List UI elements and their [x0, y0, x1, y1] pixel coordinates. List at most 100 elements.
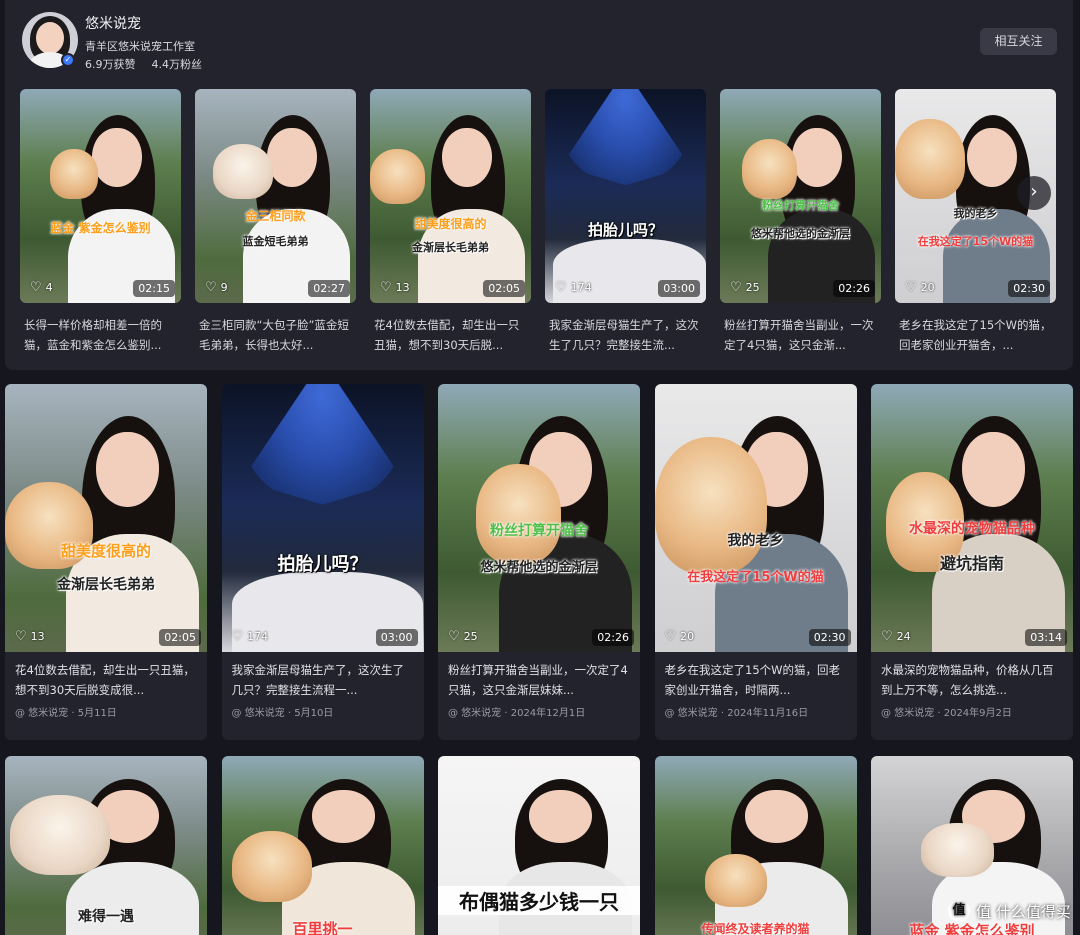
video-card[interactable]: 甜美度很高的 金渐层长毛弟弟 ♡ 13 02:05 花4位数去借配，却生出一只丑猫，想不到…	[5, 384, 207, 740]
video-duration: 03:14	[1025, 629, 1067, 646]
video-card[interactable]: 布偶猫多少钱一只	[438, 756, 640, 935]
woman-face	[312, 790, 375, 844]
video-duration: 02:26	[592, 629, 634, 646]
video-caption: 甜美度很高的	[60, 542, 151, 560]
author-video-card[interactable]: 蓝金 紫金怎么鉴别 ♡ 4 02:15 长得一样价格却相差一倍的猫，蓝金和紫金怎么鉴别.…	[20, 89, 181, 355]
video-meta: @ 悠米说宠 · 5月10日	[231, 708, 334, 719]
video-caption: 蓝金 紫金怎么鉴别	[50, 221, 151, 235]
video-card[interactable]: 难得一遇	[5, 756, 207, 935]
video-title[interactable]: 花4位数去借配，却生出一只丑猫，想不到30天后脱...	[370, 315, 531, 355]
video-title[interactable]: 粉丝打算开猫舍当副业，一次定了4只猫，这只金渐...	[720, 315, 881, 355]
heart-icon: ♡	[555, 280, 567, 295]
watermark-logo-icon: 值	[948, 900, 970, 922]
video-card[interactable]: 拍胎儿吗？ ♡ 174 03:00 我家金渐层母猫生产了，这次生了几只？完整接生流程一.…	[221, 384, 424, 740]
video-thumbnail[interactable]: 拍胎儿吗？ ♡ 174 03:00	[545, 89, 706, 303]
video-thumbnail[interactable]: 粉丝打算开猫舍 悠米帮他选的金渐层 ♡ 25 02:26	[720, 89, 881, 303]
video-duration: 02:30	[808, 629, 851, 646]
video-thumbnail[interactable]: 难得一遇	[5, 756, 207, 935]
like-number: 4	[45, 281, 53, 294]
video-title[interactable]: 长得一样价格却相差一倍的猫，蓝金和紫金怎么鉴别...	[20, 315, 181, 355]
cat-image	[213, 144, 273, 199]
video-thumbnail[interactable]: 粉丝打算开猫舍 悠米帮他选的金渐层 ♡ 25 02:26	[438, 384, 640, 652]
video-caption: 水最深的宠物猫品种	[909, 521, 1035, 537]
video-subcaption: 金渐层长毛弟弟	[412, 241, 489, 254]
video-card[interactable]: 粉丝打算开猫舍 悠米帮他选的金渐层 ♡ 25 02:26 粉丝打算开猫舍当副业，一次定了4…	[438, 384, 640, 740]
cat-image	[231, 830, 312, 902]
heart-icon: ♡	[664, 629, 677, 644]
mutual-follow-button[interactable]: 相互关注	[980, 28, 1057, 55]
heart-icon: ♡	[380, 280, 392, 295]
like-number: 174	[570, 281, 592, 294]
like-number: 174	[247, 630, 269, 643]
like-number: 13	[395, 281, 410, 294]
woman-face	[528, 790, 592, 844]
video-thumbnail[interactable]: 布偶猫多少钱一只	[438, 756, 640, 935]
video-meta: @ 悠米说宠 · 5月11日	[15, 708, 117, 719]
video-title[interactable]: 我家金渐层母猫生产了，这次生了几只？完整接生流程一...	[222, 652, 424, 700]
like-count: ♡ 13	[380, 280, 410, 295]
author-video-card[interactable]: 拍胎儿吗？ ♡ 174 03:00 我家金渐层母猫生产了，这次生了几只？完整接生流...	[545, 89, 706, 355]
video-card[interactable]: 我的老乡 在我这定了15个W的猫 ♡ 20 02:30 老乡在我这定了15个W的猫，回老家…	[654, 384, 857, 740]
video-thumbnail[interactable]: 我的老乡 在我这定了15个W的猫 ♡ 20 02:30	[654, 384, 857, 652]
video-thumbnail[interactable]: 拍胎儿吗？ ♡ 174 03:00	[221, 384, 424, 652]
video-caption: 百里挑一	[292, 920, 353, 935]
video-subcaption: 悠米帮他选的金渐层	[480, 560, 598, 575]
video-card[interactable]: 水最深的宠物猫品种 避坑指南 ♡ 24 03:14 水最深的宠物猫品种，价格从几百到上万不…	[871, 384, 1073, 740]
ultrasound-image	[241, 384, 404, 505]
video-thumbnail[interactable]: 传闻终及读者养的猫	[654, 756, 857, 935]
video-meta: @ 悠米说宠 · 2024年12月1日	[448, 708, 586, 719]
like-number: 9	[220, 281, 228, 294]
video-grid: 甜美度很高的 金渐层长毛弟弟 ♡ 13 02:05 花4位数去借配，却生出一只丑猫，想不到…	[5, 384, 1073, 935]
video-title[interactable]: 花4位数去借配，却生出一只丑猫，想不到30天后脱变成很...	[5, 652, 207, 700]
video-thumbnail[interactable]: 金三柜同款 蓝金短毛弟弟 ♡ 9 02:27	[195, 89, 356, 303]
cat-image	[370, 149, 425, 204]
video-title[interactable]: 老乡在我这定了15个W的猫，回老家创业开猫舍，...	[895, 315, 1056, 355]
video-meta: @ 悠米说宠 · 2024年9月2日	[881, 708, 1012, 719]
like-count: ♡ 174	[555, 280, 592, 295]
author-video-card[interactable]: 我的老乡 在我这定了15个W的猫 ♡ 20 02:30 老乡在我这定了15个W的猫，回老家…	[895, 89, 1056, 355]
video-title[interactable]: 老乡在我这定了15个W的猫，回老家创业开猫舍，时隔两...	[655, 652, 857, 700]
like-count: ♡ 13	[15, 629, 45, 644]
like-number: 20	[920, 281, 935, 294]
video-meta: @ 悠米说宠 · 2024年11月16日	[664, 708, 809, 719]
cat-image	[475, 464, 561, 565]
like-count: ♡ 174	[232, 629, 269, 644]
chevron-right-icon[interactable]: ›	[1017, 176, 1051, 210]
video-thumbnail[interactable]: 蓝金 紫金怎么鉴别 ♡ 4 02:15	[20, 89, 181, 303]
site-watermark: 值 值 什么值得买	[948, 898, 1076, 924]
video-title[interactable]: 粉丝打算开猫舍当副业，一次定了4只猫，这只金渐层妹妹...	[438, 652, 640, 700]
author-video-card[interactable]: 粉丝打算开猫舍 悠米帮他选的金渐层 ♡ 25 02:26 粉丝打算开猫舍当副业，一次定了4…	[720, 89, 881, 355]
like-count: ♡ 25	[448, 629, 478, 644]
video-duration: 02:05	[159, 629, 201, 646]
heart-icon: ♡	[205, 280, 217, 295]
heart-icon: ♡	[30, 280, 42, 295]
video-duration: 02:26	[833, 280, 875, 297]
author-video-card[interactable]: 金三柜同款 蓝金短毛弟弟 ♡ 9 02:27 金三柜同款“大包子脸”蓝金短毛弟弟，长得也太…	[195, 89, 356, 355]
video-title[interactable]: 金三柜同款“大包子脸”蓝金短毛弟弟，长得也太好...	[195, 315, 356, 355]
video-title[interactable]: 水最深的宠物猫品种，价格从几百到上万不等，怎么挑选...	[871, 652, 1073, 700]
video-thumbnail[interactable]: 甜美度很高的 金渐层长毛弟弟 ♡ 13 02:05	[370, 89, 531, 303]
like-count: ♡ 25	[730, 280, 760, 295]
video-card[interactable]: 百里挑一	[221, 756, 424, 935]
video-caption: 甜美度很高的	[414, 217, 487, 231]
author-video-card[interactable]: 甜美度很高的 金渐层长毛弟弟 ♡ 13 02:05 花4位数去借配，却生出一只丑猫，想不到…	[370, 89, 531, 355]
video-duration: 03:00	[658, 280, 700, 297]
video-caption: 传闻终及读者养的猫	[701, 922, 810, 935]
video-caption: 拍胎儿吗？	[587, 221, 663, 239]
author-name[interactable]: 悠米说宠	[85, 13, 141, 33]
video-duration: 02:30	[1008, 280, 1050, 297]
video-duration: 02:05	[483, 280, 525, 297]
video-thumbnail[interactable]: 甜美度很高的 金渐层长毛弟弟 ♡ 13 02:05	[5, 384, 207, 652]
like-number: 13	[30, 630, 45, 643]
heart-icon: ♡	[448, 629, 460, 644]
video-title[interactable]: 我家金渐层母猫生产了，这次生了几只？完整接生流...	[545, 315, 706, 355]
video-thumbnail[interactable]: 百里挑一	[221, 756, 424, 935]
video-caption: 粉丝打算开猫舍	[762, 199, 839, 212]
woman-face	[745, 790, 808, 844]
like-number: 20	[680, 630, 695, 643]
followers-count: 4.4万粉丝	[151, 58, 203, 71]
video-card[interactable]: 传闻终及读者养的猫	[654, 756, 857, 935]
video-thumbnail[interactable]: 水最深的宠物猫品种 避坑指南 ♡ 24 03:14	[871, 384, 1073, 652]
verified-icon: ✓	[61, 53, 75, 67]
likes-count: 6.9万获赞	[85, 58, 136, 71]
